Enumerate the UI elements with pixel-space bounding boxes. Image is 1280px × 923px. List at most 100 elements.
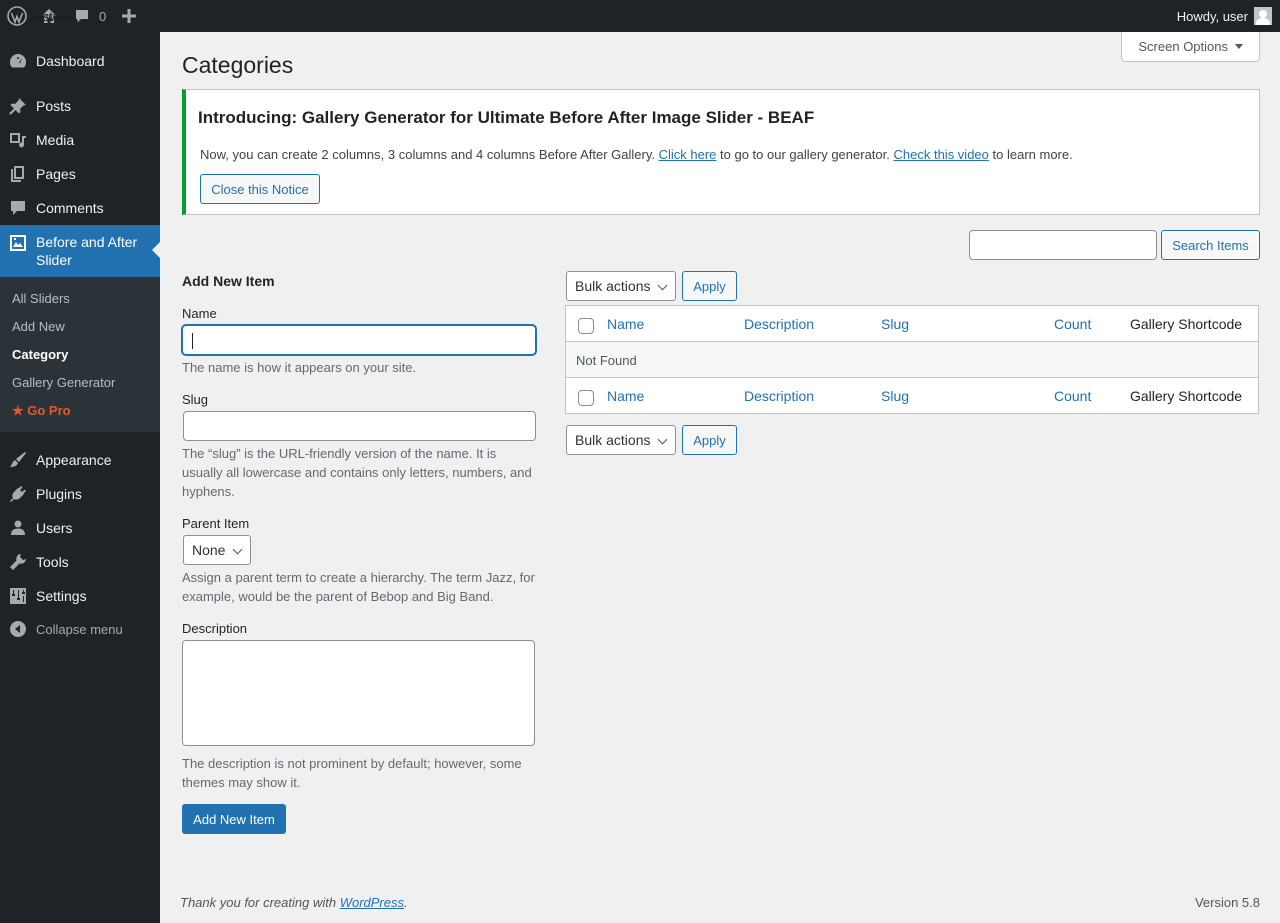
chevron-down-icon [657, 280, 668, 291]
media-icon [0, 130, 36, 150]
avatar [1254, 7, 1272, 25]
sidebar-item-label: Before and After Slider [36, 234, 138, 268]
sidebar-item-before-and-after-slider[interactable]: Before and After Slider [0, 225, 160, 277]
sidebar-item-tools[interactable]: Tools [0, 545, 160, 579]
sidebar-item-users[interactable]: Users [0, 511, 160, 545]
sidebar-item-dashboard[interactable]: Dashboard [0, 44, 160, 78]
slug-input[interactable] [183, 411, 536, 441]
parent-item-label: Parent Item [182, 516, 250, 531]
apply-button-top[interactable]: Apply [682, 271, 737, 301]
user-icon [0, 518, 36, 538]
submenu-add-new[interactable]: Add New [12, 319, 65, 334]
column-description-footer[interactable]: Description [744, 388, 814, 404]
description-textarea[interactable] [182, 640, 535, 746]
comments-count: 0 [99, 8, 107, 24]
sidebar-item-label: Appearance [36, 452, 112, 468]
new-label: New [29, 8, 56, 24]
screen-options-button[interactable]: Screen Options [1121, 32, 1260, 62]
notice-title: Introducing: Gallery Generator for Ultim… [198, 108, 815, 127]
sidebar-item-label: Dashboard [36, 53, 105, 69]
sidebar-item-appearance[interactable]: Appearance [0, 443, 160, 477]
submenu-go-pro[interactable]: ★ Go Pro [12, 403, 71, 419]
chevron-down-icon [232, 544, 243, 555]
column-count-footer[interactable]: Count [1054, 388, 1091, 404]
plug-icon [0, 484, 36, 504]
bulk-actions-select-top[interactable]: Bulk actions [566, 271, 676, 301]
page-title: Categories [182, 52, 294, 78]
admin-bar: Test site 0 New Howdy, user [0, 0, 1280, 32]
slider-submenu: All Sliders Add New Category Gallery Gen… [0, 277, 160, 432]
submenu-all-sliders[interactable]: All Sliders [12, 291, 70, 306]
text-caret [192, 333, 193, 349]
notice-text: Now, you can create 2 columns, 3 columns… [200, 147, 1073, 162]
sidebar-item-posts[interactable]: Posts [0, 89, 160, 123]
column-name[interactable]: Name [607, 316, 644, 332]
column-count[interactable]: Count [1054, 316, 1091, 332]
close-notice-button[interactable]: Close this Notice [200, 174, 320, 204]
add-new-item-button[interactable]: Add New Item [182, 804, 286, 834]
wordpress-link[interactable]: WordPress [340, 895, 404, 910]
footer-credits: Thank you for creating with WordPress. [180, 895, 408, 910]
submenu-gallery-generator[interactable]: Gallery Generator [12, 375, 115, 390]
description-label: Description [182, 621, 248, 636]
column-description[interactable]: Description [744, 316, 814, 332]
video-link[interactable]: Check this video [894, 147, 989, 162]
column-gallery-shortcode-footer: Gallery Shortcode [1130, 388, 1243, 404]
sidebar-item-plugins[interactable]: Plugins [0, 477, 160, 511]
search-items-button[interactable]: Search Items [1161, 230, 1260, 260]
categories-table: Name Description Slug Count Gallery Shor… [565, 305, 1259, 414]
sidebar-item-label: Plugins [36, 486, 82, 502]
apply-button-bottom[interactable]: Apply [682, 425, 737, 455]
column-slug-footer[interactable]: Slug [881, 388, 909, 404]
admin-sidebar: Dashboard Posts Media Pages Comments Bef… [0, 32, 160, 923]
sidebar-item-pages[interactable]: Pages [0, 157, 160, 191]
column-name-footer[interactable]: Name [607, 388, 644, 404]
slider-icon [0, 233, 36, 253]
table-header-row: Name Description Slug Count Gallery Shor… [566, 306, 1258, 342]
slug-help: The “slug” is the URL-friendly version o… [182, 446, 532, 499]
sidebar-item-settings[interactable]: Settings [0, 579, 160, 613]
pin-icon [0, 96, 36, 116]
submenu-category[interactable]: Category [12, 347, 68, 362]
sidebar-item-label: Comments [36, 200, 104, 216]
account-menu[interactable]: Howdy, user [1177, 7, 1280, 25]
new-content-link[interactable]: New [29, 0, 144, 32]
wrench-icon [0, 552, 36, 572]
collapse-menu-button[interactable]: Collapse menu [0, 612, 160, 646]
sidebar-item-media[interactable]: Media [0, 123, 160, 157]
sidebar-item-label: Posts [36, 98, 72, 114]
name-help: The name is how it appears on your site. [182, 360, 417, 375]
sidebar-item-comments[interactable]: Comments [0, 191, 160, 225]
notice-text-1: Now, you can create 2 columns, 3 columns… [200, 147, 655, 162]
table-footer-row: Name Description Slug Count Gallery Shor… [566, 378, 1258, 414]
gallery-generator-link[interactable]: Click here [659, 147, 717, 162]
column-gallery-shortcode: Gallery Shortcode [1130, 316, 1243, 332]
plus-icon [122, 9, 137, 23]
sidebar-item-label: Pages [36, 166, 76, 182]
pages-icon [0, 164, 36, 184]
sidebar-item-label: Users [36, 520, 73, 536]
bulk-actions-label: Bulk actions [575, 278, 651, 294]
description-help: The description is not prominent by defa… [182, 756, 522, 790]
bulk-actions-select-bottom[interactable]: Bulk actions [566, 425, 676, 455]
footer-thanks: Thank you for creating with [180, 895, 337, 910]
settings-icon [0, 586, 36, 606]
main-content: Screen Options Categories Introducing: G… [160, 32, 1280, 923]
add-new-item-heading: Add New Item [182, 273, 275, 289]
parent-item-select[interactable]: None [183, 535, 251, 565]
search-input[interactable] [969, 230, 1157, 260]
brush-icon [0, 450, 36, 470]
notice-text-2: to go to our gallery generator. [720, 147, 890, 162]
name-input[interactable] [182, 325, 536, 355]
table-row: Not Found [566, 342, 1258, 378]
parent-item-help: Assign a parent term to create a hierarc… [182, 570, 535, 604]
sidebar-item-label: Media [36, 132, 75, 148]
dashboard-icon [0, 51, 36, 71]
select-all-checkbox[interactable] [578, 318, 594, 334]
select-all-checkbox-footer[interactable] [578, 390, 594, 406]
column-slug[interactable]: Slug [881, 316, 909, 332]
collapse-menu-label: Collapse menu [36, 621, 123, 637]
sidebar-item-label: Settings [36, 588, 87, 604]
notice-text-3: to learn more. [992, 147, 1073, 162]
promo-notice: Introducing: Gallery Generator for Ultim… [182, 89, 1260, 215]
